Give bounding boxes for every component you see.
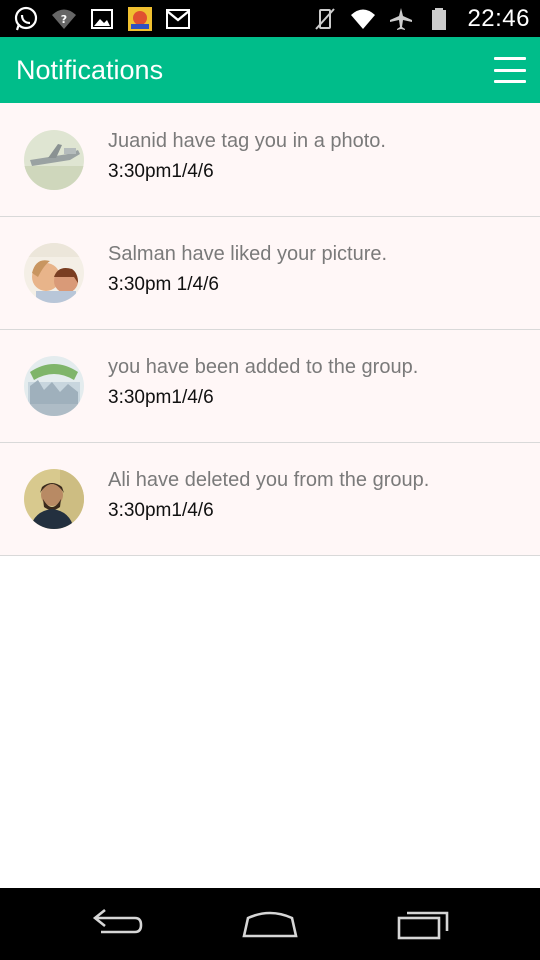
battery-icon [425,5,453,33]
avatar [24,469,84,529]
notification-message: Juanid have tag you in a photo. [108,129,386,152]
vibrate-off-icon [311,5,339,33]
menu-line [494,68,526,72]
gmail-icon [164,5,192,33]
notification-list: Juanid have tag you in a photo. 3:30pm1/… [0,103,540,556]
notification-message: Ali have deleted you from the group. [108,469,430,491]
status-bar: ? 22:46 [0,0,540,37]
notification-text: Ali have deleted you from the group. 3:3… [108,466,429,524]
menu-icon[interactable] [494,57,526,83]
notification-item[interactable]: Juanid have tag you in a photo. 3:30pm1/… [0,103,540,217]
avatar [24,129,84,190]
notification-text: Salman have liked your picture. 3:30pm 1… [108,240,387,298]
svg-text:?: ? [61,13,67,26]
app-thumbnail-icon [126,5,154,33]
status-left: ? [12,5,192,33]
menu-line [494,57,526,60]
airplane-icon [387,5,415,33]
notification-time: 3:30pm 1/4/6 [108,274,219,295]
status-clock: 22:46 [467,4,530,32]
notification-text: you have been added to the group. 3:30pm… [108,353,418,411]
app-bar: Notifications [0,37,540,103]
wifi-question-icon: ? [50,5,78,33]
home-icon[interactable] [235,899,305,949]
screen: ? 22:46 Notifications Juanid have tag yo… [0,0,540,960]
navigation-bar [0,888,540,960]
recent-apps-icon[interactable] [388,899,458,949]
avatar [24,243,84,303]
notification-time: 3:30pm1/4/6 [108,160,214,182]
notification-time: 3:30pm1/4/6 [108,387,214,408]
avatar [24,356,84,416]
whatsapp-icon [12,5,40,33]
notification-time: 3:30pm1/4/6 [108,500,214,521]
notification-message: you have been added to the group. [108,356,419,378]
notification-text: Juanid have tag you in a photo. 3:30pm1/… [108,127,386,185]
notification-item[interactable]: Salman have liked your picture. 3:30pm 1… [0,217,540,330]
gallery-icon [88,5,116,33]
notification-item[interactable]: Ali have deleted you from the group. 3:3… [0,443,540,556]
status-right: 22:46 [311,5,530,33]
menu-line [494,80,526,83]
page-title: Notifications [16,54,164,85]
notification-message: Salman have liked your picture. [108,243,388,265]
notification-item[interactable]: you have been added to the group. 3:30pm… [0,330,540,443]
wifi-icon [349,5,377,33]
back-icon[interactable] [82,899,152,949]
